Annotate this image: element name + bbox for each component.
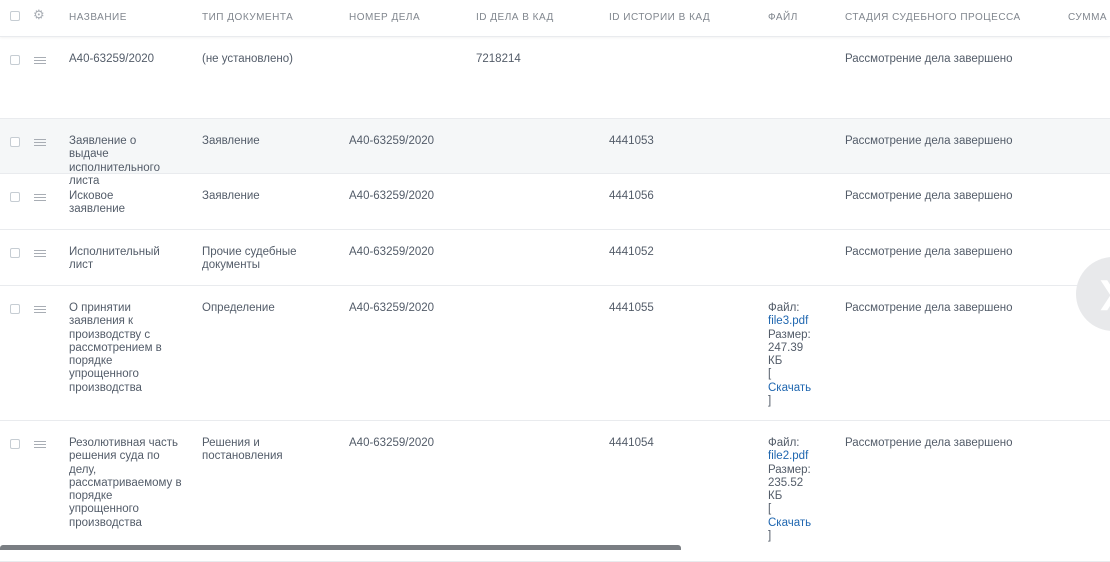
open-bracket: [: [768, 368, 772, 381]
table-row[interactable]: Резолютивная часть решения суда по делу,…: [0, 421, 1110, 562]
row-checkbox[interactable]: [10, 439, 20, 449]
column-header-sum[interactable]: СУММА: [1068, 12, 1107, 23]
column-header-stage[interactable]: СТАДИЯ СУДЕБНОГО ПРОЦЕССА: [845, 12, 1021, 23]
cell-doc-type: Решения и постановления: [202, 437, 283, 463]
cell-file: Файл: file2.pdf Размер: 235.52 КБ [ Скач…: [768, 437, 828, 543]
cell-stage: Рассмотрение дела завершено: [845, 135, 1013, 147]
row-checkbox[interactable]: [10, 137, 20, 147]
open-bracket: [: [768, 503, 772, 516]
close-bracket: ]: [768, 395, 772, 408]
table-row[interactable]: Заявление о выдаче исполнительного листа…: [0, 119, 1110, 187]
cell-case-number: А40-63259/2020: [349, 302, 435, 314]
download-link[interactable]: Скачать: [768, 517, 828, 530]
cell-stage: Рассмотрение дела завершено: [845, 190, 1013, 202]
download-link[interactable]: Скачать: [768, 382, 828, 395]
column-header-history-id[interactable]: ID ИСТОРИИ В КАД: [609, 12, 710, 23]
column-header-doc-type[interactable]: ТИП ДОКУМЕНТА: [202, 12, 293, 23]
cell-doc-type: (не установлено): [202, 53, 293, 65]
file-name-link[interactable]: file3.pdf: [768, 315, 828, 328]
cell-doc-type: Прочие судебные документы: [202, 246, 297, 272]
cell-case-id: 7218214: [476, 53, 521, 65]
cell-doc-type: Определение: [202, 302, 275, 314]
cell-history-id: 4441052: [609, 246, 654, 258]
cell-name[interactable]: А40-63259/2020: [69, 53, 189, 66]
documents-grid: ⚙ НАЗВАНИЕ ТИП ДОКУМЕНТА НОМЕР ДЕЛА ID Д…: [0, 0, 1110, 562]
table-row[interactable]: О принятии заявления к производству с ра…: [0, 286, 1110, 421]
chevron-right-icon: ❯: [1096, 279, 1110, 309]
size-label: Размер:: [768, 328, 811, 341]
cell-doc-type: Заявление: [202, 190, 260, 202]
drag-handle-icon[interactable]: [34, 441, 46, 449]
column-header-name[interactable]: НАЗВАНИЕ: [69, 12, 127, 23]
cell-history-id: 4441054: [609, 437, 654, 449]
drag-handle-icon[interactable]: [34, 57, 46, 65]
cell-case-number: А40-63259/2020: [349, 246, 435, 258]
cell-stage: Рассмотрение дела завершено: [845, 302, 1013, 314]
file-label: Файл:: [768, 437, 800, 449]
cell-case-number: А40-63259/2020: [349, 135, 435, 147]
cell-doc-type: Заявление: [202, 135, 260, 147]
size-unit: КБ: [768, 490, 783, 503]
file-label: Файл:: [768, 302, 800, 314]
horizontal-scrollbar[interactable]: [0, 545, 681, 550]
cell-stage: Рассмотрение дела завершено: [845, 437, 1013, 449]
column-header-case-number[interactable]: НОМЕР ДЕЛА: [349, 12, 420, 23]
row-checkbox[interactable]: [10, 248, 20, 258]
cell-name[interactable]: Исполнительный лист: [69, 246, 169, 273]
cell-name[interactable]: Исковое заявление: [69, 190, 159, 217]
cell-history-id: 4441053: [609, 135, 654, 147]
cell-stage: Рассмотрение дела завершено: [845, 246, 1013, 258]
table-row[interactable]: Исковое заявление Заявление А40-63259/20…: [0, 174, 1110, 230]
cell-history-id: 4441056: [609, 190, 654, 202]
column-header-case-id[interactable]: ID ДЕЛА В КАД: [476, 12, 554, 23]
drag-handle-icon[interactable]: [34, 306, 46, 314]
table-row[interactable]: А40-63259/2020 (не установлено) 7218214 …: [0, 37, 1110, 119]
drag-handle-icon[interactable]: [34, 250, 46, 258]
size-unit: КБ: [768, 355, 783, 368]
table-row[interactable]: Исполнительный лист Прочие судебные доку…: [0, 230, 1110, 286]
cell-file: Файл: file3.pdf Размер: 247.39 КБ [ Скач…: [768, 302, 828, 408]
row-checkbox[interactable]: [10, 304, 20, 314]
drag-handle-icon[interactable]: [34, 139, 46, 147]
close-bracket: ]: [768, 530, 772, 543]
row-checkbox[interactable]: [10, 55, 20, 65]
column-header-file[interactable]: ФАЙЛ: [768, 12, 798, 23]
cell-case-number: А40-63259/2020: [349, 190, 435, 202]
cell-name[interactable]: Резолютивная часть решения суда по делу,…: [69, 437, 184, 530]
row-checkbox[interactable]: [10, 192, 20, 202]
cell-stage: Рассмотрение дела завершено: [845, 53, 1013, 65]
cell-name[interactable]: О принятии заявления к производству с ра…: [69, 302, 174, 395]
size-value: 247.39: [768, 341, 804, 354]
gear-icon[interactable]: ⚙: [33, 8, 45, 21]
drag-handle-icon[interactable]: [34, 194, 46, 202]
size-label: Размер:: [768, 463, 811, 476]
cell-case-number: А40-63259/2020: [349, 437, 435, 449]
cell-history-id: 4441055: [609, 302, 654, 314]
select-all-checkbox[interactable]: [10, 11, 20, 21]
size-value: 235.52: [768, 476, 804, 489]
grid-header: ⚙ НАЗВАНИЕ ТИП ДОКУМЕНТА НОМЕР ДЕЛА ID Д…: [0, 0, 1110, 37]
file-name-link[interactable]: file2.pdf: [768, 450, 828, 463]
